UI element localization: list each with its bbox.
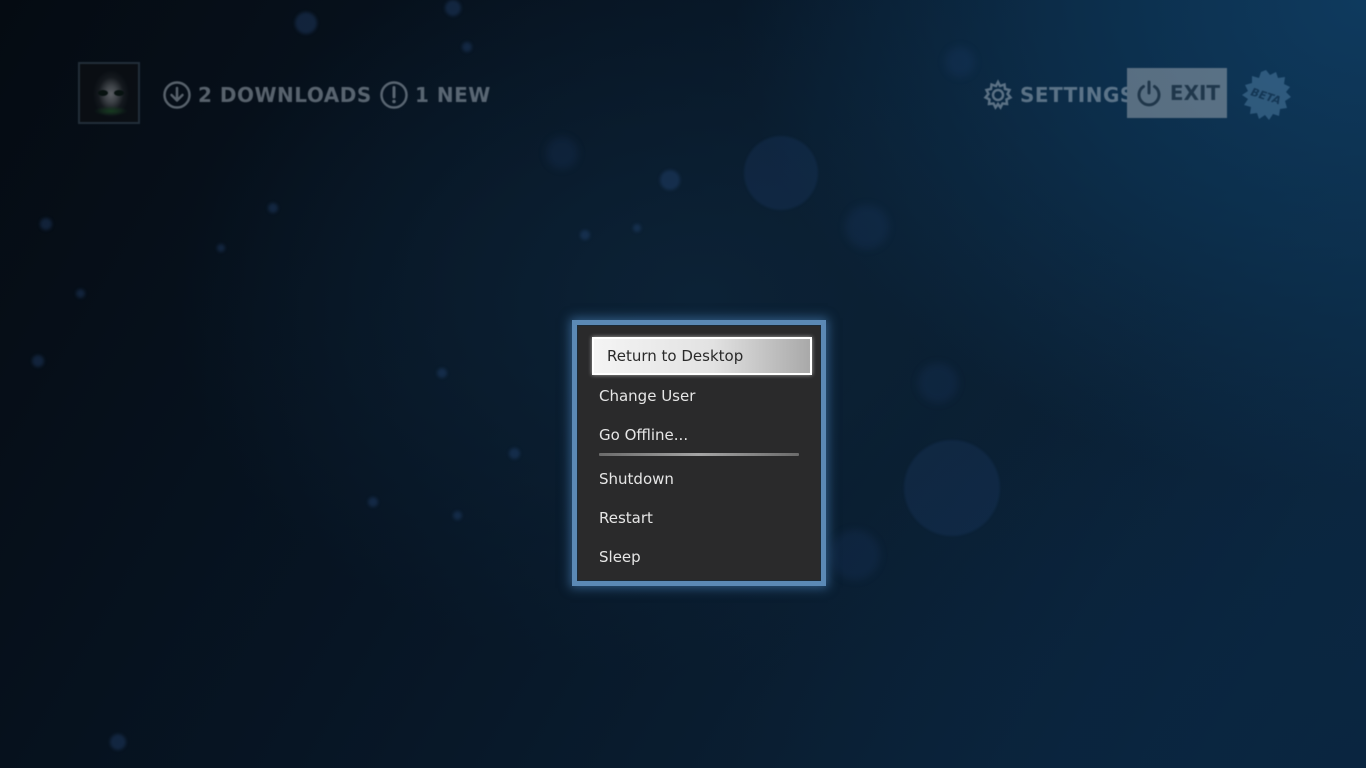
bokeh-circle	[904, 440, 1000, 536]
menu-item-restart[interactable]: Restart	[599, 500, 653, 536]
bokeh-dot	[268, 203, 278, 213]
settings-button[interactable]: SETTINGS	[982, 78, 1135, 112]
bokeh-circle	[546, 137, 578, 169]
avatar-eye	[98, 90, 108, 96]
gear-icon	[983, 79, 1013, 110]
bokeh-circle	[845, 205, 889, 249]
menu-item-return-to-desktop[interactable]: Return to Desktop	[592, 337, 812, 375]
menu-item-sleep[interactable]: Sleep	[599, 539, 641, 575]
bokeh-circle	[918, 363, 958, 403]
menu-item-go-offline[interactable]: Go Offline...	[599, 417, 688, 453]
menu-item-shutdown[interactable]: Shutdown	[599, 461, 674, 497]
bokeh-circle	[744, 136, 818, 210]
bokeh-dot	[660, 170, 680, 190]
menu-divider	[599, 453, 799, 456]
exit-button[interactable]: EXIT	[1127, 68, 1227, 118]
bokeh-dot	[40, 218, 52, 230]
power-icon	[1137, 80, 1161, 107]
downloads-label: 2 DOWNLOADS	[198, 83, 372, 107]
bokeh-dot	[437, 368, 447, 378]
bokeh-dot	[32, 355, 44, 367]
alert-icon	[380, 81, 408, 109]
avatar-eye	[114, 90, 124, 96]
bokeh-dot	[509, 448, 520, 459]
downloads-button[interactable]: 2 DOWNLOADS	[162, 78, 372, 112]
exit-label: EXIT	[1169, 81, 1221, 105]
bokeh-dot	[580, 230, 590, 240]
avatar[interactable]	[78, 62, 140, 124]
bokeh-circle	[830, 530, 880, 580]
download-icon	[163, 81, 191, 109]
bokeh-dot	[633, 224, 641, 232]
beta-badge: BETA	[1242, 70, 1291, 120]
power-menu: Return to Desktop Change User Go Offline…	[572, 320, 826, 586]
news-label: 1 NEW	[415, 83, 491, 107]
top-bar: 2 DOWNLOADS 1 NEW SETTINGS EXIT BETA	[0, 0, 1366, 140]
avatar-glow	[94, 106, 128, 116]
settings-label: SETTINGS	[1020, 83, 1135, 107]
bokeh-dot	[453, 511, 462, 520]
news-button[interactable]: 1 NEW	[379, 78, 491, 112]
bokeh-dot	[368, 497, 378, 507]
bokeh-dot	[110, 734, 126, 750]
menu-item-change-user[interactable]: Change User	[599, 378, 695, 414]
bokeh-dot	[76, 289, 85, 298]
bokeh-dot	[217, 244, 225, 252]
